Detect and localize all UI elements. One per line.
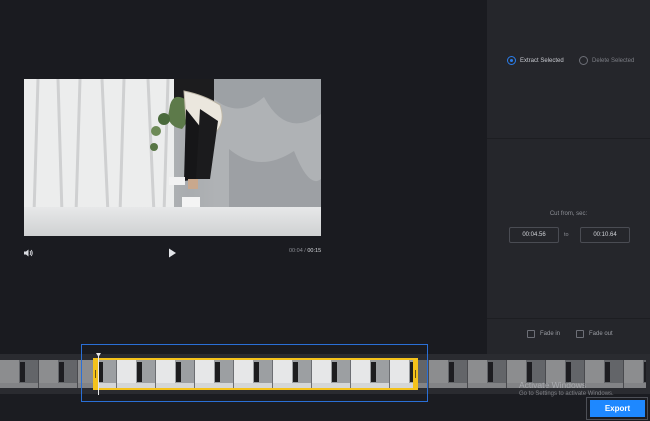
- radio-dot-icon: [507, 56, 516, 65]
- current-time: 00:04: [289, 248, 303, 254]
- radio-label: Extract Selected: [520, 57, 564, 64]
- settings-panel: [487, 0, 650, 354]
- checkbox-label: Fade in: [540, 331, 561, 337]
- radio-label: Delete Selected: [592, 57, 635, 64]
- cut-start-field[interactable]: 00:04.56: [509, 227, 559, 243]
- fade-out-checkbox[interactable]: Fade out: [576, 330, 613, 338]
- export-button[interactable]: Export: [590, 400, 645, 417]
- panel-divider: [487, 318, 650, 319]
- radio-dot-icon: [579, 56, 588, 65]
- playhead[interactable]: [98, 353, 99, 395]
- cut-end-field[interactable]: 00:10.64: [580, 227, 630, 243]
- to-label: to: [564, 232, 569, 238]
- speaker-icon[interactable]: [22, 246, 34, 258]
- cut-from-label: Cut from, sec:: [549, 211, 588, 217]
- checkbox-icon: [576, 330, 584, 338]
- extract-selected-radio[interactable]: Extract Selected: [507, 56, 564, 65]
- checkbox-icon: [527, 330, 535, 338]
- delete-selected-radio[interactable]: Delete Selected: [579, 56, 634, 65]
- checkbox-label: Fade out: [589, 331, 613, 337]
- fade-in-checkbox[interactable]: Fade in: [527, 330, 560, 338]
- play-icon[interactable]: [166, 246, 178, 258]
- selection-range[interactable]: [95, 358, 416, 390]
- windows-activation-watermark: Activate Windows Go to Settings to activ…: [519, 380, 614, 397]
- duration: 00:15: [307, 248, 322, 254]
- panel-divider: [487, 138, 650, 139]
- watermark-title: Activate Windows: [519, 380, 587, 390]
- time-readout: 00:04 / 00:15: [289, 248, 321, 254]
- video-preview[interactable]: [24, 79, 321, 236]
- time-separator: /: [304, 248, 306, 254]
- selection-end-handle[interactable]: [413, 358, 418, 390]
